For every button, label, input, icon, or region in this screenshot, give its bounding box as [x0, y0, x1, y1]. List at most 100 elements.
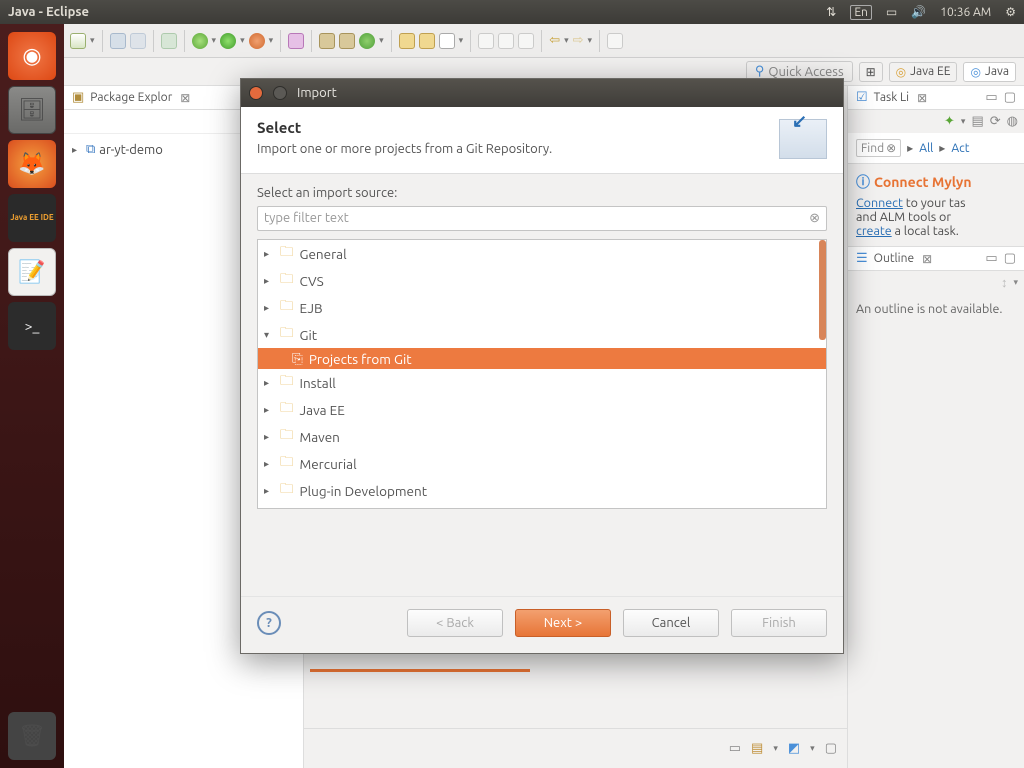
dialog-description: Import one or more projects from a Git R… — [257, 142, 552, 156]
window-close-icon[interactable] — [249, 86, 263, 100]
close-icon[interactable]: ⊠ — [922, 252, 932, 266]
nav-back-icon[interactable]: ⇦ — [549, 33, 560, 48]
open-perspective-button[interactable]: ⊞ — [859, 62, 883, 82]
scrollbar-thumb[interactable] — [819, 240, 826, 340]
search-icon[interactable] — [439, 33, 455, 49]
view-menu-icon[interactable]: ▾ — [1013, 277, 1018, 288]
tree-twisty-icon[interactable] — [264, 275, 274, 287]
close-icon[interactable]: ⊠ — [180, 91, 190, 105]
filter-activate[interactable]: Act — [951, 142, 969, 155]
synchronize-icon[interactable]: ⟳ — [990, 114, 1001, 129]
battery-icon[interactable]: ▭ — [886, 5, 897, 19]
import-category-remote-systems[interactable]: 🗀Remote Systems — [258, 504, 826, 509]
tree-twisty-icon[interactable] — [264, 302, 274, 314]
close-icon[interactable]: ⊠ — [917, 91, 927, 105]
launcher-eclipse[interactable]: Java EE IDE — [8, 194, 56, 242]
dialog-titlebar[interactable]: Import — [241, 79, 843, 107]
toolbar-dropdown-icon[interactable]: ▾ — [90, 35, 95, 46]
toggle-mark-icon[interactable] — [478, 33, 494, 49]
tree-twisty-icon[interactable] — [264, 458, 274, 470]
show-whitespace-icon[interactable] — [518, 33, 534, 49]
minimize-icon[interactable]: ▭ — [985, 90, 997, 105]
perspective-java-ee[interactable]: ◎ Java EE — [889, 62, 958, 82]
finish-button[interactable]: Finish — [731, 609, 827, 637]
console-view-icon[interactable]: ▤ — [751, 741, 763, 756]
import-source-projects-from-git[interactable]: ⎘ Projects from Git — [258, 348, 826, 369]
debug-icon[interactable] — [192, 33, 208, 49]
launcher-dash[interactable]: ◉ — [8, 32, 56, 80]
toggle-block-icon[interactable] — [498, 33, 514, 49]
clear-icon[interactable]: ⊗ — [886, 141, 896, 155]
sort-icon[interactable]: ↕ — [1001, 275, 1008, 290]
launcher-files[interactable]: 🗄 — [8, 86, 56, 134]
launcher-gedit[interactable]: 📝 — [8, 248, 56, 296]
import-source-tree[interactable]: 🗀General🗀CVS🗀EJB🗀Git⎘ Projects from Git🗀… — [257, 239, 827, 509]
project-icon: ⧉ — [86, 142, 95, 157]
categorize-icon[interactable]: ▤ — [971, 114, 983, 129]
filter-input[interactable]: type filter text ⊗ — [257, 206, 827, 231]
import-category-java-ee[interactable]: 🗀Java EE — [258, 396, 826, 423]
tree-twisty-icon[interactable] — [264, 248, 274, 260]
tree-twisty-icon[interactable] — [264, 431, 274, 443]
tree-twisty-icon[interactable] — [264, 485, 274, 497]
new-wizard-icon[interactable] — [70, 33, 86, 49]
open-type-icon[interactable] — [399, 33, 415, 49]
package-icon: ▣ — [72, 90, 84, 105]
perspective-java[interactable]: ◎ Java — [963, 62, 1016, 82]
save-all-icon[interactable] — [130, 33, 146, 49]
filter-all[interactable]: All — [919, 142, 933, 155]
import-category-plug-in-development[interactable]: 🗀Plug-in Development — [258, 477, 826, 504]
window-minimize-icon[interactable] — [273, 86, 287, 100]
new-task-icon[interactable]: ✦ — [944, 114, 955, 129]
pin-editor-icon[interactable] — [607, 33, 623, 49]
tree-twisty-icon[interactable] — [264, 404, 274, 416]
launcher-trash[interactable]: 🗑 — [8, 712, 56, 760]
task-list-tab[interactable]: ☑ Task Li ⊠ ▭ ▢ — [848, 86, 1024, 110]
maximize-icon[interactable]: ▢ — [1004, 251, 1016, 266]
open-task-icon[interactable] — [419, 33, 435, 49]
console-min-icon[interactable]: ▭ — [729, 741, 741, 756]
tree-twisty-icon[interactable]: ▸ — [72, 144, 82, 156]
import-category-cvs[interactable]: 🗀CVS — [258, 267, 826, 294]
back-button[interactable]: < Back — [407, 609, 503, 637]
cancel-button[interactable]: Cancel — [623, 609, 719, 637]
nav-forward-icon[interactable]: ⇨ — [573, 33, 584, 48]
next-button[interactable]: Next > — [515, 609, 611, 637]
import-category-general[interactable]: 🗀General — [258, 240, 826, 267]
mylyn-create-link[interactable]: create — [856, 224, 892, 238]
new-class-icon[interactable] — [339, 33, 355, 49]
launcher-terminal[interactable]: >_ — [8, 302, 56, 350]
import-category-git[interactable]: 🗀Git — [258, 321, 826, 348]
clock[interactable]: 10:36 AM — [940, 6, 991, 19]
gear-icon[interactable]: ⚙ — [1005, 5, 1016, 19]
task-find-input[interactable]: Find ⊗ — [856, 139, 901, 157]
focus-icon[interactable]: ◍ — [1007, 114, 1018, 129]
problems-view-icon[interactable]: ◩ — [788, 741, 800, 756]
category-label: Java EE — [300, 402, 345, 418]
launcher-firefox[interactable]: 🦊 — [8, 140, 56, 188]
build-icon[interactable] — [161, 33, 177, 49]
run-last-icon[interactable] — [249, 33, 265, 49]
new-interface-icon[interactable] — [359, 33, 375, 49]
network-icon[interactable]: ⇅ — [826, 5, 836, 19]
import-category-mercurial[interactable]: 🗀Mercurial — [258, 450, 826, 477]
minimize-icon[interactable]: ▭ — [985, 251, 997, 266]
clear-filter-icon[interactable]: ⊗ — [809, 211, 820, 226]
help-button[interactable]: ? — [257, 611, 281, 635]
new-package-icon[interactable] — [319, 33, 335, 49]
save-icon[interactable] — [110, 33, 126, 49]
maximize-icon[interactable]: ▢ — [1004, 90, 1016, 105]
import-category-maven[interactable]: 🗀Maven — [258, 423, 826, 450]
mylyn-connect-link[interactable]: Connect — [856, 196, 903, 210]
import-category-install[interactable]: 🗀Install — [258, 369, 826, 396]
import-category-ejb[interactable]: 🗀EJB — [258, 294, 826, 321]
tasks-view-icon[interactable]: ▢ — [825, 741, 837, 756]
project-label: ar-yt-demo — [99, 143, 163, 157]
tree-twisty-icon[interactable] — [264, 377, 274, 389]
run-icon[interactable] — [220, 33, 236, 49]
coverage-icon[interactable] — [288, 33, 304, 49]
keyboard-indicator[interactable]: En — [850, 5, 872, 20]
volume-icon[interactable]: 🔊 — [911, 5, 926, 19]
outline-tab[interactable]: ☰ Outline ⊠ ▭ ▢ — [848, 246, 1024, 271]
tree-twisty-icon[interactable] — [264, 329, 274, 341]
